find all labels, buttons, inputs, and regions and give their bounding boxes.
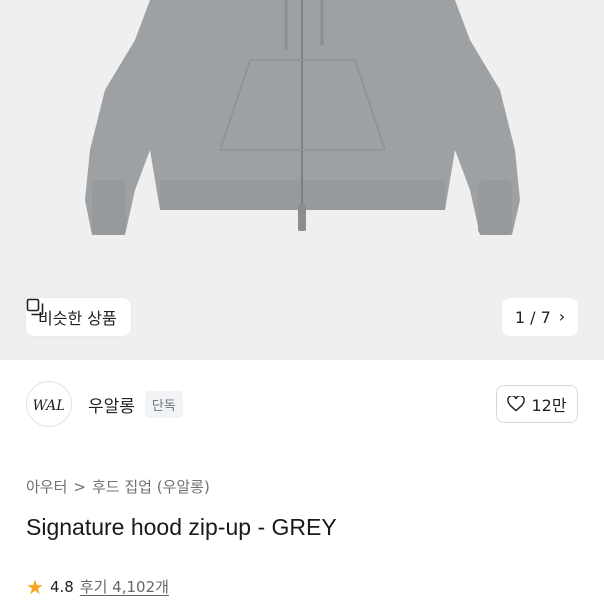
star-icon: ★ [26,574,44,599]
rating-value: 4.8 [49,577,74,596]
brand-row: WAL 우알롱 단독 12만 [0,360,604,448]
product-title: Signature hood zip-up - GREY [26,514,337,540]
similar-products-button[interactable]: 비슷한 상품 [26,298,131,336]
product-image[interactable]: 비슷한 상품 1 / 7 › [0,0,604,360]
like-button[interactable]: 12만 [496,385,578,423]
brand-logo[interactable]: WAL [26,381,72,427]
brand-logo-mark: WAL [34,398,64,414]
breadcrumb-separator: > [73,477,86,496]
review-count-link[interactable]: 후기 4,102개 [80,576,169,597]
chevron-right-icon: › [558,307,566,326]
heart-icon [507,396,526,412]
breadcrumb-subcategory[interactable]: 후드 집업 (우알롱) [92,476,210,497]
breadcrumb: 아우터 > 후드 집업 (우알롱) [26,476,210,497]
like-count: 12만 [531,396,567,415]
brand-logo-text: WAL [34,398,64,414]
breadcrumb-category[interactable]: 아우터 [26,476,67,497]
image-pager[interactable]: 1 / 7 › [502,298,578,336]
similar-products-icon [26,298,44,316]
rating-row: ★ 4.8 후기 4,102개 [26,576,169,597]
brand-name[interactable]: 우알롱 [88,392,135,417]
similar-products-label: 비슷한 상품 [38,309,117,328]
pager-text: 1 / 7 [514,307,551,327]
exclusive-badge: 단독 [144,390,183,418]
